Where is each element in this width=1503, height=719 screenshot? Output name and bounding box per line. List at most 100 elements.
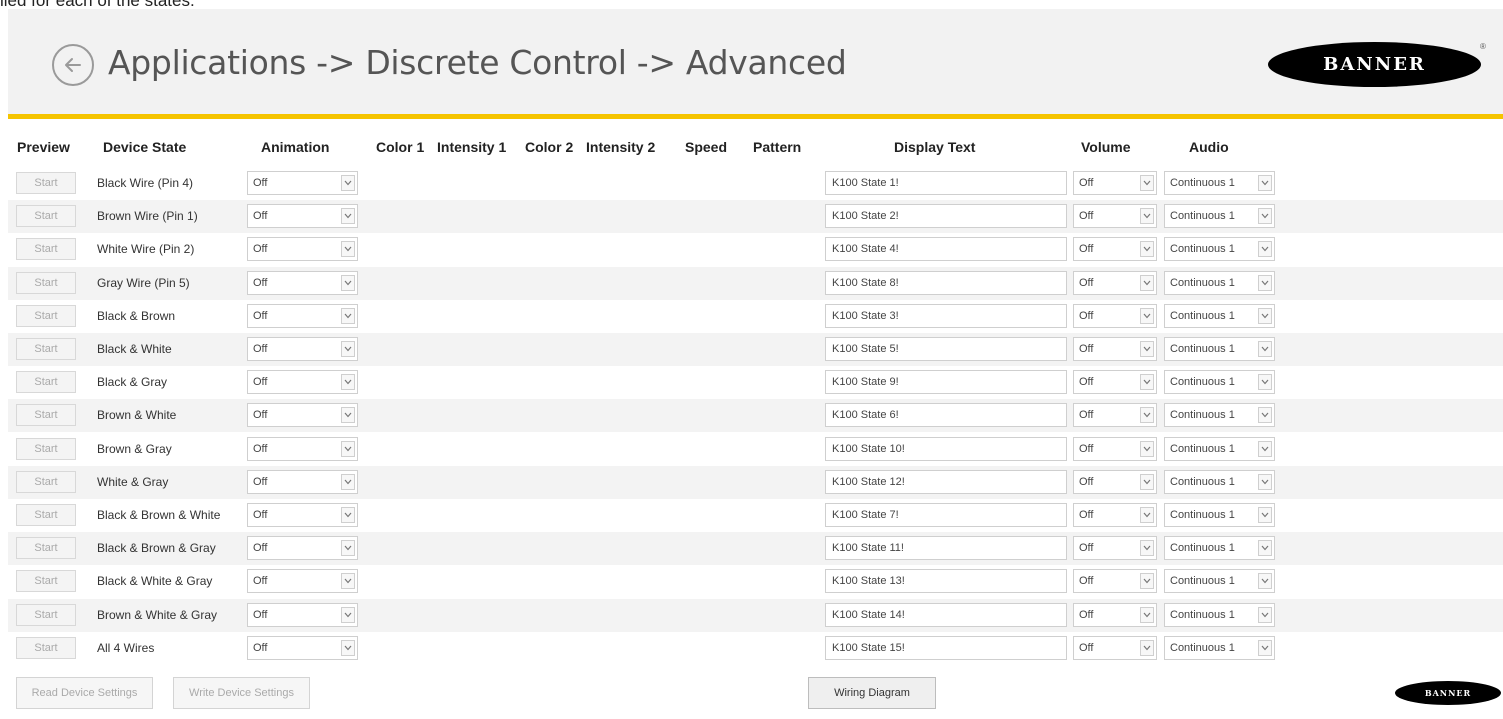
audio-select[interactable]: Continuous 1 [1164, 270, 1275, 295]
animation-select[interactable]: Off [247, 436, 358, 461]
chevron-down-icon[interactable] [1258, 573, 1272, 590]
start-preview-button[interactable]: Start [16, 603, 76, 626]
chevron-down-icon[interactable] [1258, 208, 1272, 225]
audio-select[interactable]: Continuous 1 [1164, 403, 1275, 428]
chevron-down-icon[interactable] [1140, 639, 1154, 656]
audio-select[interactable]: Continuous 1 [1164, 370, 1275, 395]
start-preview-button[interactable]: Start [16, 338, 76, 360]
chevron-down-icon[interactable] [1140, 407, 1154, 424]
animation-select[interactable]: Off [247, 635, 358, 660]
start-preview-button[interactable]: Start [16, 271, 76, 294]
wiring-diagram-button[interactable]: Wiring Diagram [808, 677, 936, 709]
display-text-input[interactable]: K100 State 1! [825, 171, 1067, 195]
display-text-input[interactable]: K100 State 5! [825, 337, 1067, 361]
chevron-down-icon[interactable] [1140, 473, 1154, 490]
display-text-input[interactable]: K100 State 8! [825, 270, 1067, 295]
audio-select[interactable]: Continuous 1 [1164, 635, 1275, 660]
start-preview-button[interactable]: Start [16, 205, 76, 228]
animation-select[interactable]: Off [247, 403, 358, 428]
display-text-input[interactable]: K100 State 2! [825, 204, 1067, 229]
chevron-down-icon[interactable] [1258, 407, 1272, 424]
volume-select[interactable]: Off [1073, 237, 1157, 262]
chevron-down-icon[interactable] [1140, 507, 1154, 523]
chevron-down-icon[interactable] [341, 274, 355, 291]
volume-select[interactable]: Off [1073, 602, 1157, 627]
start-preview-button[interactable]: Start [16, 371, 76, 394]
chevron-down-icon[interactable] [1140, 175, 1154, 191]
volume-select[interactable]: Off [1073, 536, 1157, 561]
audio-select[interactable]: Continuous 1 [1164, 569, 1275, 594]
audio-select[interactable]: Continuous 1 [1164, 204, 1275, 229]
chevron-down-icon[interactable] [341, 473, 355, 490]
chevron-down-icon[interactable] [341, 341, 355, 357]
chevron-down-icon[interactable] [341, 407, 355, 424]
audio-select[interactable]: Continuous 1 [1164, 337, 1275, 361]
animation-select[interactable]: Off [247, 536, 358, 561]
chevron-down-icon[interactable] [341, 307, 355, 324]
chevron-down-icon[interactable] [341, 374, 355, 391]
chevron-down-icon[interactable] [1140, 307, 1154, 324]
chevron-down-icon[interactable] [1258, 440, 1272, 457]
volume-select[interactable]: Off [1073, 436, 1157, 461]
start-preview-button[interactable]: Start [16, 304, 76, 327]
start-preview-button[interactable]: Start [16, 570, 76, 593]
animation-select[interactable]: Off [247, 303, 358, 328]
animation-select[interactable]: Off [247, 237, 358, 262]
chevron-down-icon[interactable] [341, 606, 355, 623]
display-text-input[interactable]: K100 State 12! [825, 469, 1067, 494]
volume-select[interactable]: Off [1073, 337, 1157, 361]
animation-select[interactable]: Off [247, 602, 358, 627]
animation-select[interactable]: Off [247, 370, 358, 395]
display-text-input[interactable]: K100 State 14! [825, 602, 1067, 627]
chevron-down-icon[interactable] [1140, 208, 1154, 225]
chevron-down-icon[interactable] [1258, 341, 1272, 357]
start-preview-button[interactable]: Start [16, 437, 76, 460]
display-text-input[interactable]: K100 State 7! [825, 503, 1067, 527]
display-text-input[interactable]: K100 State 3! [825, 303, 1067, 328]
animation-select[interactable]: Off [247, 204, 358, 229]
volume-select[interactable]: Off [1073, 270, 1157, 295]
audio-select[interactable]: Continuous 1 [1164, 503, 1275, 527]
display-text-input[interactable]: K100 State 6! [825, 403, 1067, 428]
chevron-down-icon[interactable] [1258, 274, 1272, 291]
chevron-down-icon[interactable] [1258, 175, 1272, 191]
start-preview-button[interactable]: Start [16, 504, 76, 526]
chevron-down-icon[interactable] [341, 175, 355, 191]
chevron-down-icon[interactable] [341, 440, 355, 457]
chevron-down-icon[interactable] [341, 639, 355, 656]
start-preview-button[interactable]: Start [16, 470, 76, 493]
volume-select[interactable]: Off [1073, 403, 1157, 428]
animation-select[interactable]: Off [247, 337, 358, 361]
volume-select[interactable]: Off [1073, 204, 1157, 229]
chevron-down-icon[interactable] [1140, 573, 1154, 590]
start-preview-button[interactable]: Start [16, 404, 76, 427]
chevron-down-icon[interactable] [341, 241, 355, 258]
audio-select[interactable]: Continuous 1 [1164, 436, 1275, 461]
chevron-down-icon[interactable] [1140, 374, 1154, 391]
animation-select[interactable]: Off [247, 503, 358, 527]
display-text-input[interactable]: K100 State 9! [825, 370, 1067, 395]
start-preview-button[interactable]: Start [16, 172, 76, 194]
start-preview-button[interactable]: Start [16, 238, 76, 261]
display-text-input[interactable]: K100 State 10! [825, 436, 1067, 461]
chevron-down-icon[interactable] [341, 507, 355, 523]
audio-select[interactable]: Continuous 1 [1164, 469, 1275, 494]
display-text-input[interactable]: K100 State 11! [825, 536, 1067, 561]
volume-select[interactable]: Off [1073, 303, 1157, 328]
chevron-down-icon[interactable] [1258, 307, 1272, 324]
audio-select[interactable]: Continuous 1 [1164, 171, 1275, 195]
volume-select[interactable]: Off [1073, 635, 1157, 660]
audio-select[interactable]: Continuous 1 [1164, 602, 1275, 627]
chevron-down-icon[interactable] [1140, 540, 1154, 557]
audio-select[interactable]: Continuous 1 [1164, 303, 1275, 328]
display-text-input[interactable]: K100 State 4! [825, 237, 1067, 262]
chevron-down-icon[interactable] [1258, 507, 1272, 523]
back-button[interactable] [52, 44, 94, 86]
start-preview-button[interactable]: Start [16, 537, 76, 560]
chevron-down-icon[interactable] [1258, 639, 1272, 656]
volume-select[interactable]: Off [1073, 503, 1157, 527]
display-text-input[interactable]: K100 State 13! [825, 569, 1067, 594]
audio-select[interactable]: Continuous 1 [1164, 536, 1275, 561]
chevron-down-icon[interactable] [1258, 374, 1272, 391]
chevron-down-icon[interactable] [1258, 606, 1272, 623]
